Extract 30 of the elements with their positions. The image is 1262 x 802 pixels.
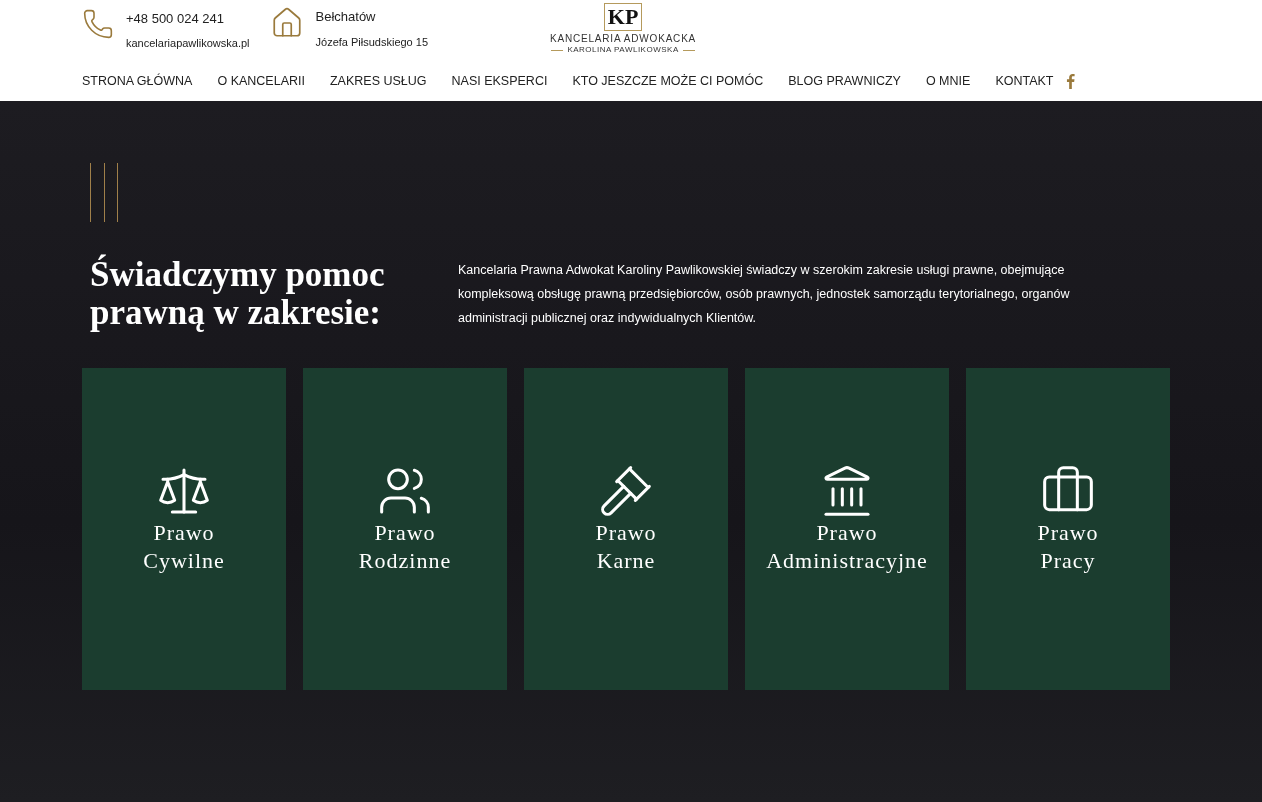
- service-title: Prawo Cywilne: [143, 519, 225, 575]
- intro-paragraph: Kancelaria Prawna Adwokat Karoliny Pawlikowskiej świadczy w szerokim zakresie usługi prawne, obejmujące kompleksową obsługę prawną przedsiębiorców, osób prawnych, jednostek samorządu terytorialnego, organów administracji publicznej oraz indywidualnych Klientów.: [458, 262, 1071, 327]
- section-heading: Świadczymy pomoc prawną w zakresie:: [89, 256, 386, 332]
- service-title: Prawo Rodzinne: [358, 519, 452, 575]
- logo-title: KANCELARIA ADWOKACKA: [550, 33, 697, 45]
- nav-link[interactable]: O MNIE: [925, 71, 971, 91]
- city-text: Bełchatów: [315, 8, 377, 26]
- street-address: Józefa Piłsudskiego 15: [315, 35, 429, 50]
- service-title: Prawo Pracy: [1037, 519, 1099, 575]
- facebook-icon[interactable]: [1066, 73, 1076, 89]
- service-title: Prawo Karne: [595, 519, 657, 575]
- website-address[interactable]: kancelariapawlikowska.pl: [126, 30, 250, 56]
- nav-link[interactable]: BLOG PRAWNICZY: [788, 71, 901, 91]
- nav-link[interactable]: KTO JESZCZE MOŻE CI POMÓC: [572, 71, 764, 91]
- phone-icon: [82, 8, 114, 40]
- gavel-icon: [598, 463, 654, 519]
- service-card[interactable]: Prawo Pracy: [966, 368, 1170, 690]
- logo-monogram[interactable]: KP: [603, 3, 643, 31]
- nav-link[interactable]: KONTAKT: [995, 71, 1054, 91]
- nav-link[interactable]: STRONA GŁÓWNA: [82, 71, 193, 91]
- nav-link[interactable]: ZAKRES USŁUG: [329, 71, 427, 91]
- service-title: Prawo Administracyjne: [766, 519, 928, 575]
- logo-subtitle: KAROLINA PAWLIKOWSKA: [567, 45, 679, 55]
- service-card[interactable]: Prawo Karne: [524, 368, 728, 690]
- service-card[interactable]: Prawo Rodzinne: [303, 368, 507, 690]
- nav-link[interactable]: O KANCELARII: [217, 71, 305, 91]
- phone-number[interactable]: +48 500 024 241: [126, 8, 250, 30]
- nav-link[interactable]: NASI EKSPERCI: [451, 71, 548, 91]
- service-card[interactable]: Prawo Cywilne: [82, 368, 286, 690]
- service-card[interactable]: Prawo Administracyjne: [745, 368, 949, 690]
